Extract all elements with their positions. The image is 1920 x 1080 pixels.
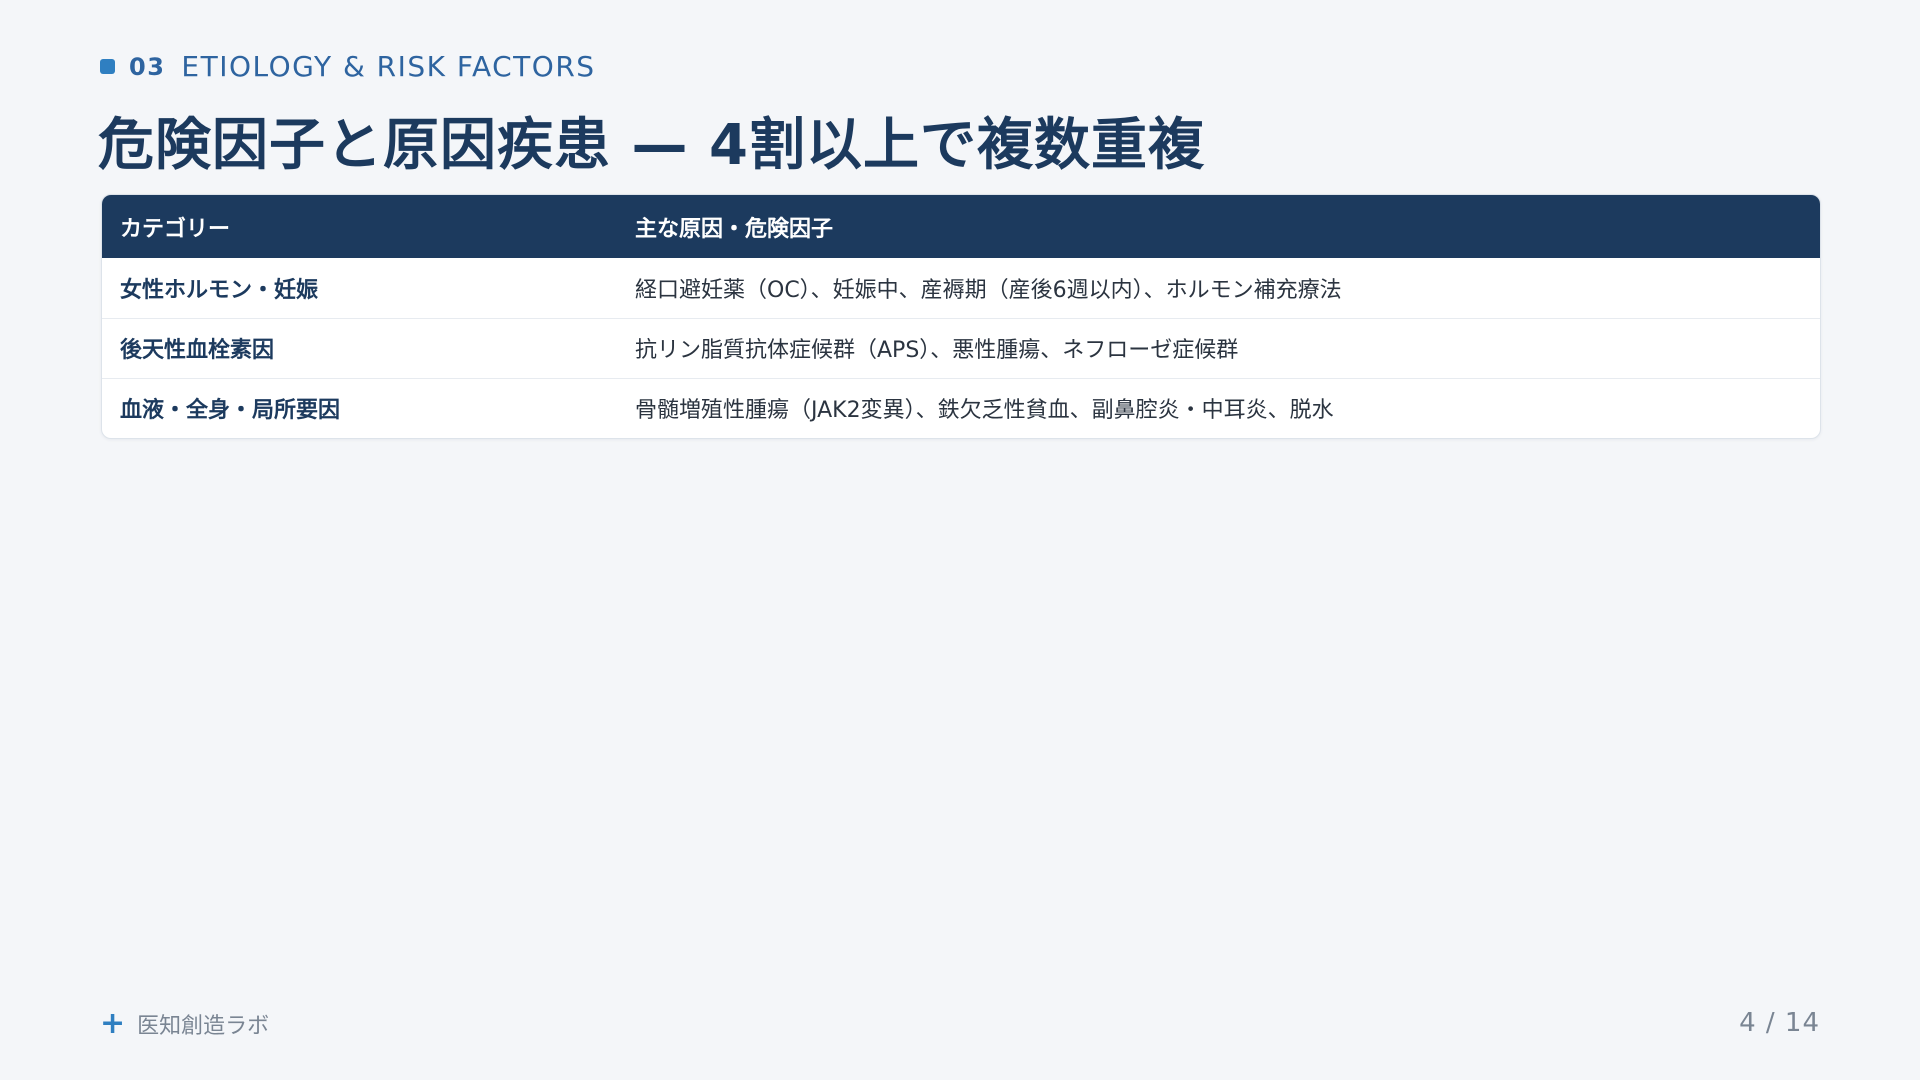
row-causes: 骨髄増殖性腫瘍（JAK2変異）、鉄欠乏性貧血、副鼻腔炎・中耳炎、脱水 — [617, 377, 1820, 438]
table-row: 後天性血栓素因 抗リン脂質抗体症候群（APS）、悪性腫瘍、ネフローゼ症候群 — [102, 317, 1820, 378]
row-causes: 経口避妊薬（OC）、妊娠中、産褥期（産後6週以内）、ホルモン補充療法 — [635, 277, 1342, 303]
table-row: 血液・全身・局所要因 骨髄増殖性腫瘍（JAK2変異）、鉄欠乏性貧血、副鼻腔炎・中… — [102, 377, 1820, 438]
footer-brand: + 医知創造ラボ — [100, 1008, 269, 1040]
section-title: ETIOLOGY & RISK FACTORS — [181, 50, 596, 83]
page-title: 危険因子と原因疾患 — 4割以上で複数重複 — [98, 113, 1205, 178]
section-number: 03 — [129, 52, 166, 81]
table-row: 女性ホルモン・妊娠 経口避妊薬（OC）、妊娠中、産褥期（産後6週以内）、ホルモン… — [102, 258, 1820, 318]
risk-factor-table: カテゴリー 主な原因・危険因子 女性ホルモン・妊娠 経口避妊薬（OC）、妊娠中、… — [101, 194, 1821, 439]
column-header-causes: 主な原因・危険因子 — [635, 216, 834, 242]
plus-icon: + — [100, 1006, 126, 1041]
section-label: 03 ETIOLOGY & RISK FACTORS — [100, 50, 596, 83]
page-number: 4 / 14 — [1739, 1008, 1820, 1038]
row-causes: 抗リン脂質抗体症候群（APS）、悪性腫瘍、ネフローゼ症候群 — [617, 317, 1820, 378]
row-category: 後天性血栓素因 — [102, 317, 617, 378]
brand-name: 医知創造ラボ — [137, 1014, 270, 1039]
row-category: 血液・全身・局所要因 — [102, 377, 617, 438]
table-header-row: カテゴリー 主な原因・危険因子 — [102, 195, 1820, 258]
row-category: 女性ホルモン・妊娠 — [120, 277, 319, 303]
section-marker-icon — [100, 59, 115, 74]
column-header-category: カテゴリー — [120, 216, 231, 242]
